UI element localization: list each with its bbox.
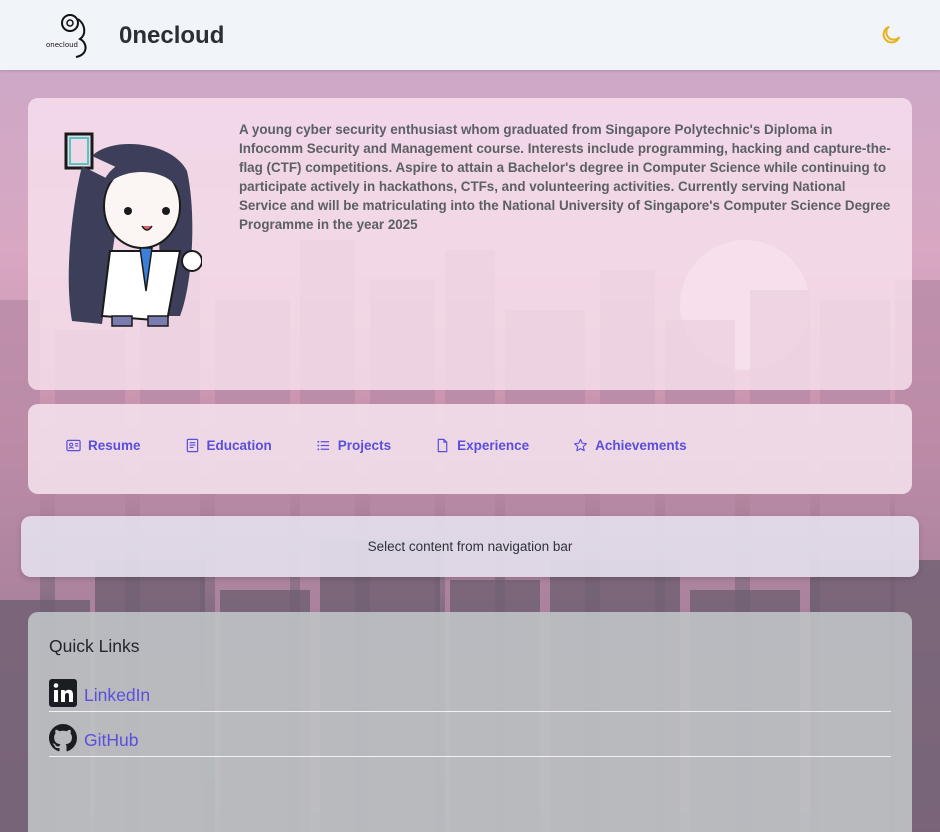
id-card-icon: [66, 439, 81, 452]
star-icon: [574, 438, 588, 452]
nav-achievements[interactable]: Achievements: [573, 438, 687, 453]
nav-achievements-label: Achievements: [595, 438, 687, 453]
nav-education[interactable]: Education: [185, 438, 272, 453]
brand-name[interactable]: 0necloud: [119, 22, 224, 50]
content-panel: Select content from navigation bar: [21, 516, 919, 577]
github-label[interactable]: GitHub: [84, 730, 138, 751]
bio-text: A young cyber security enthusiast whom g…: [239, 122, 891, 232]
nav-experience-label: Experience: [457, 438, 530, 453]
moon-icon[interactable]: [879, 23, 903, 47]
nav-experience[interactable]: Experience: [435, 438, 529, 453]
github-icon: [49, 723, 77, 751]
nav-resume-label: Resume: [88, 438, 141, 453]
linkedin-icon: [49, 678, 77, 707]
quick-links-card: Quick Links LinkedIn GitHub: [28, 612, 912, 832]
nav-education-label: Education: [206, 438, 272, 453]
link-github[interactable]: GitHub: [49, 719, 891, 757]
content-placeholder: Select content from navigation bar: [367, 539, 573, 554]
list-icon: [317, 440, 329, 451]
profile-card: A young cyber security enthusiast whom g…: [28, 98, 912, 390]
top-navbar: onecloud 0necloud: [0, 0, 940, 70]
link-linkedin[interactable]: LinkedIn: [49, 674, 891, 712]
nav-resume[interactable]: Resume: [66, 438, 141, 453]
nav-projects-label: Projects: [337, 438, 392, 453]
svg-text:onecloud: onecloud: [46, 41, 78, 49]
nav-projects[interactable]: Projects: [316, 438, 391, 453]
document-icon: [437, 438, 448, 453]
logo-icon[interactable]: onecloud: [44, 11, 92, 59]
quick-links-title: Quick Links: [49, 636, 140, 656]
avatar: [64, 132, 202, 327]
linkedin-label[interactable]: LinkedIn: [84, 685, 150, 706]
book-icon: [186, 438, 198, 453]
section-nav: Resume Education Projects Experience Ach…: [28, 404, 912, 494]
